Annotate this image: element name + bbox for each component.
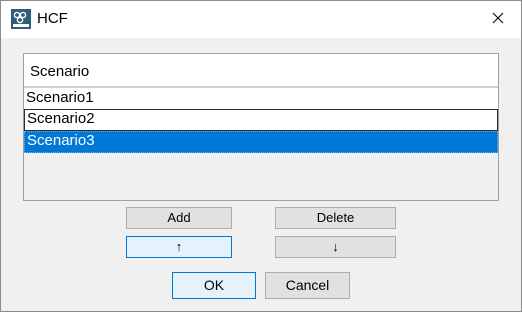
close-icon [492,11,504,29]
list-header-label: Scenario [30,63,90,80]
delete-button[interactable]: Delete [275,207,396,229]
add-button[interactable]: Add [126,207,232,229]
list-header: Scenario [24,54,498,87]
move-up-button[interactable]: ↑ [126,236,232,258]
ok-button[interactable]: OK [172,272,256,299]
list-item[interactable]: Scenario1 [24,87,498,109]
hcf-logo-icon [11,9,31,29]
close-button[interactable] [475,1,521,38]
cancel-button[interactable]: Cancel [265,272,350,299]
title-bar: HCF [1,1,521,38]
move-down-button[interactable]: ↓ [275,236,396,258]
list-item[interactable]: Scenario2 [24,109,498,131]
list-item-selected[interactable]: Scenario3 [24,131,498,153]
dialog-window: HCF Scenario Scenario1 Scenario2 Scenari… [0,0,522,312]
scenario-list[interactable]: Scenario Scenario1 Scenario2 Scenario3 [23,53,499,201]
window-title: HCF [37,10,68,27]
